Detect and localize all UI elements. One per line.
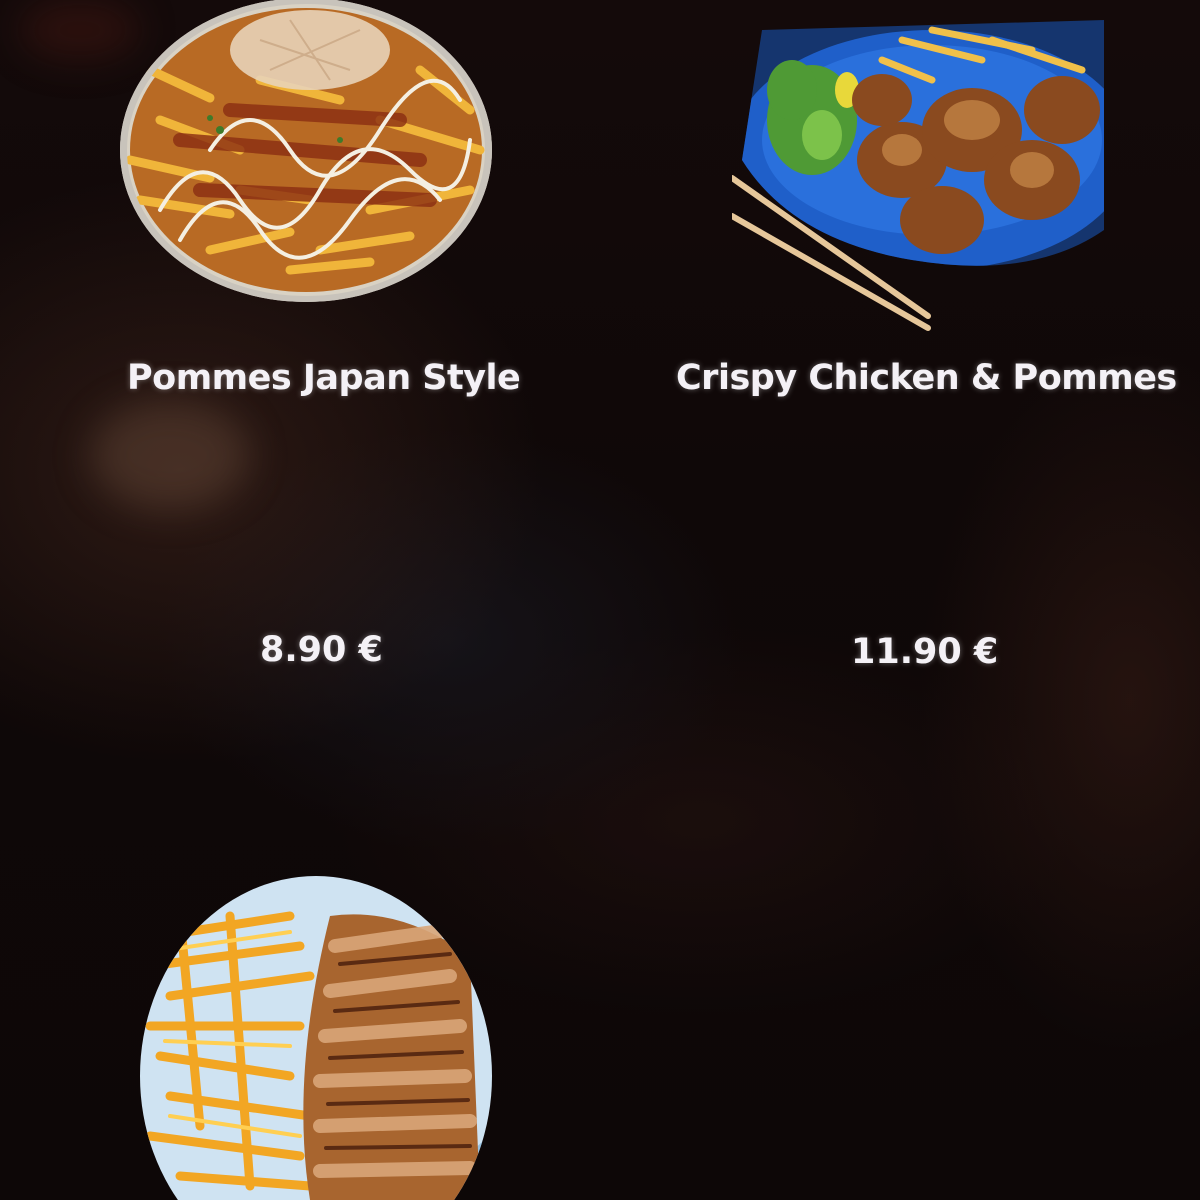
fried-chicken-plate-icon bbox=[732, 20, 1104, 331]
background-glare bbox=[90, 400, 250, 510]
menu-item-2-image[interactable] bbox=[732, 20, 1104, 336]
menu-screen: Pommes Japan Style 8.90 € Crispy Chicken… bbox=[0, 0, 1200, 1200]
chicken-fries-plate-icon bbox=[140, 876, 492, 1200]
menu-item-2-price: 11.90 € bbox=[851, 632, 999, 672]
menu-item-1-price: 8.90 € bbox=[260, 630, 383, 670]
fries-okonomi-bowl-icon bbox=[120, 0, 492, 302]
menu-item-2-name[interactable]: Crispy Chicken & Pommes bbox=[676, 358, 1177, 398]
menu-item-1-image[interactable] bbox=[120, 0, 492, 308]
menu-item-3-image[interactable] bbox=[140, 876, 492, 1200]
menu-item-1-name[interactable]: Pommes Japan Style bbox=[127, 358, 521, 398]
